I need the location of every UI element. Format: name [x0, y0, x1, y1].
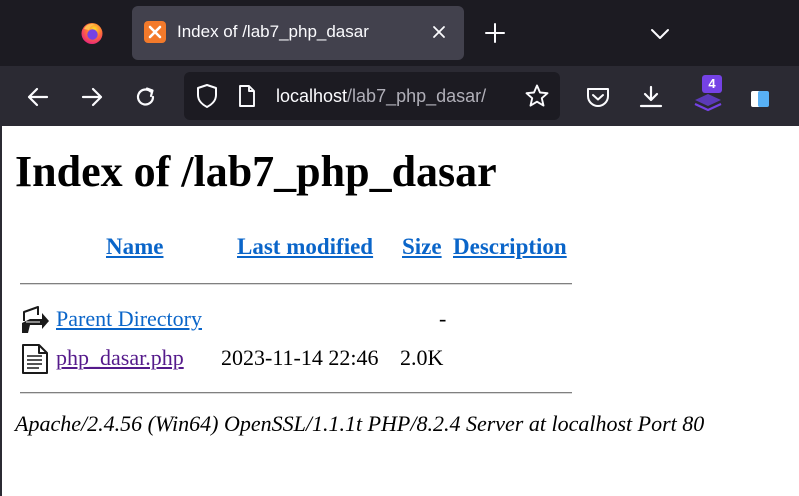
new-tab-plus-icon[interactable]: [484, 22, 506, 44]
url-path: /lab7_php_dasar/: [347, 86, 487, 106]
tab-bar: Index of /lab7_php_dasar: [0, 0, 799, 66]
address-bar[interactable]: localhost/lab7_php_dasar/: [184, 72, 560, 120]
text-file-icon: [22, 344, 48, 374]
extension-badge: 4: [702, 75, 722, 93]
chevron-down-icon[interactable]: [649, 23, 671, 45]
xampp-favicon-icon: [144, 21, 166, 43]
url-text[interactable]: localhost/lab7_php_dasar/: [276, 86, 486, 107]
downloads-icon[interactable]: [638, 84, 664, 110]
url-host: localhost: [276, 86, 348, 106]
back-arrow-icon[interactable]: [25, 84, 51, 110]
header-divider: [20, 283, 572, 285]
column-header-name[interactable]: Name: [106, 234, 163, 260]
page-title: Index of /lab7_php_dasar: [15, 147, 497, 196]
bookmark-star-icon[interactable]: [524, 83, 550, 109]
server-signature: Apache/2.4.56 (Win64) OpenSSL/1.1.1t PHP…: [15, 411, 705, 436]
column-header-size[interactable]: Size: [402, 234, 442, 260]
back-folder-icon: [22, 306, 49, 333]
close-tab-icon[interactable]: [428, 21, 450, 43]
tab-lab7-php-dasar[interactable]: Index of /lab7_php_dasar: [132, 6, 464, 60]
sidebar-panel-icon[interactable]: [749, 87, 771, 111]
navigation-toolbar: localhost/lab7_php_dasar/ 4: [0, 66, 799, 126]
footer-divider: [20, 392, 572, 394]
reload-icon[interactable]: [133, 84, 159, 110]
firefox-logo-icon[interactable]: [80, 21, 104, 45]
page-info-icon[interactable]: [237, 84, 257, 108]
file-link-php-dasar[interactable]: php_dasar.php: [56, 345, 184, 371]
parent-directory-size: -: [439, 306, 447, 331]
page-content: Index of /lab7_php_dasar Name Last modif…: [0, 126, 799, 496]
column-header-last-modified[interactable]: Last modified: [237, 234, 373, 260]
shield-icon[interactable]: [195, 83, 219, 109]
pocket-icon[interactable]: [585, 84, 611, 110]
file-size: 2.0K: [400, 345, 444, 370]
file-last-modified: 2023-11-14 22:46: [221, 345, 379, 370]
tab-title: Index of /lab7_php_dasar: [177, 22, 369, 41]
forward-arrow-icon[interactable]: [79, 84, 105, 110]
parent-directory-link[interactable]: Parent Directory: [56, 306, 202, 332]
column-header-description[interactable]: Description: [453, 234, 567, 260]
